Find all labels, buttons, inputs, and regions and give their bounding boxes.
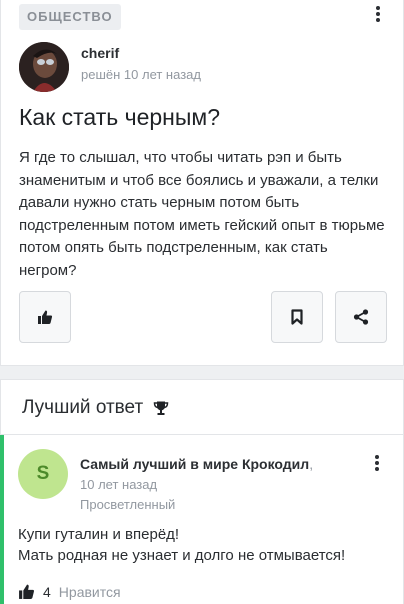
answer-body: Купи гуталин и вперёд! Мать родная не уз…	[18, 524, 388, 566]
best-answer-header-label: Лучший ответ	[22, 397, 144, 418]
answer-author-name[interactable]: Самый лучший в мире Крокодил,	[80, 456, 313, 472]
best-answer-accent-bar	[0, 435, 4, 604]
answer-author-rank: Просветленный	[80, 497, 176, 512]
author-avatar[interactable]	[19, 42, 69, 92]
category-tag[interactable]: ОБЩЕСТВО	[19, 4, 121, 30]
bookmark-button[interactable]	[271, 291, 323, 343]
answer-author-avatar[interactable]: S	[18, 449, 68, 499]
like-question-button[interactable]	[19, 291, 71, 343]
answer-body-line-2: Мать родная не узнает и долго не отмывае…	[18, 547, 346, 564]
thumbs-up-icon	[38, 310, 53, 324]
answer-body-line-1: Купи гуталин и вперёд!	[18, 526, 180, 543]
question-more-icon[interactable]	[375, 6, 381, 24]
answer-more-icon[interactable]	[374, 455, 380, 473]
question-body: Я где то слышал, что чтобы читать рэп и …	[19, 149, 385, 279]
best-answer-header: Лучший ответ	[22, 397, 169, 419]
answer-time: 10 лет назад	[80, 477, 158, 492]
trophy-icon	[153, 401, 169, 415]
answer-like-count: 4	[43, 583, 51, 600]
answer-like-label[interactable]: Нравится	[59, 584, 121, 600]
question-card: ОБЩЕСТВО cherif решён 10 лет назад Как с…	[0, 0, 404, 366]
share-icon	[353, 309, 369, 325]
bookmark-icon	[291, 309, 303, 325]
answer-like-button[interactable]: 4 Нравится	[18, 583, 121, 600]
question-title: Как стать черным?	[19, 104, 221, 130]
best-answer-divider	[0, 434, 404, 435]
thumbs-up-icon	[19, 584, 34, 599]
question-meta: решён 10 лет назад	[81, 67, 201, 82]
share-button[interactable]	[335, 291, 387, 343]
answer-author-comma: ,	[309, 456, 314, 472]
answer-author-name-text[interactable]: Самый лучший в мире Крокодил	[80, 456, 309, 472]
question-author-name[interactable]: cherif	[81, 45, 119, 61]
